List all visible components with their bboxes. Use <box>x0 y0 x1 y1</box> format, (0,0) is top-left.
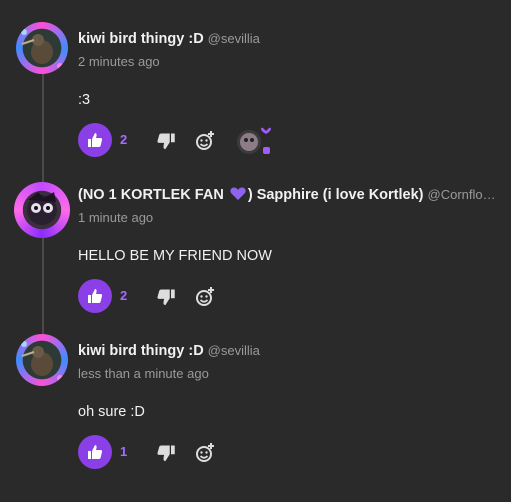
author-handle[interactable]: @sevillia <box>208 31 260 46</box>
comment-header: kiwi bird thingy :D @sevillia <box>78 342 260 360</box>
comment-text: HELLO BE MY FRIEND NOW <box>78 248 272 264</box>
purple-heart-icon <box>230 187 246 205</box>
author-handle[interactable]: @sevillia <box>208 343 260 358</box>
timestamp[interactable]: less than a minute ago <box>78 366 209 381</box>
like-button[interactable] <box>78 435 112 469</box>
add-reaction-icon <box>196 287 214 306</box>
add-reaction-button[interactable] <box>194 286 216 308</box>
thumbs-up-icon <box>88 289 103 303</box>
add-reaction-icon <box>196 131 214 150</box>
reaction-chip[interactable] <box>233 125 275 157</box>
timestamp[interactable]: 2 minutes ago <box>78 54 160 69</box>
like-button[interactable] <box>78 123 112 157</box>
like-count: 1 <box>120 444 128 459</box>
thumbs-down-icon <box>157 133 175 150</box>
comment-actions: 2 <box>78 123 378 159</box>
dislike-button[interactable] <box>156 131 176 151</box>
comment-header: kiwi bird thingy :D @sevillia <box>78 30 260 48</box>
author-handle[interactable]: @Cornflo… <box>428 187 496 202</box>
add-reaction-icon <box>196 443 214 462</box>
avatar[interactable] <box>16 22 68 74</box>
dislike-button[interactable] <box>156 287 176 307</box>
like-button[interactable] <box>78 279 112 313</box>
custom-emoji-icon <box>237 127 271 154</box>
avatar[interactable] <box>16 334 68 386</box>
thumbs-up-icon <box>88 445 103 459</box>
thumbs-down-icon <box>157 289 175 306</box>
author-name[interactable]: kiwi bird thingy :D <box>78 31 204 47</box>
like-count: 2 <box>120 288 128 303</box>
like-count: 2 <box>120 132 128 147</box>
comment-text: :3 <box>78 92 91 108</box>
dislike-button[interactable] <box>156 443 176 463</box>
comment-actions: 2 <box>78 279 378 315</box>
author-name[interactable]: kiwi bird thingy :D <box>78 343 204 359</box>
add-reaction-button[interactable] <box>194 130 216 152</box>
thumbs-up-icon <box>88 133 103 147</box>
timestamp[interactable]: 1 minute ago <box>78 210 153 225</box>
comment-text: oh sure :D <box>78 404 145 420</box>
avatar[interactable] <box>14 182 70 238</box>
add-reaction-button[interactable] <box>194 442 216 464</box>
author-name[interactable]: (NO 1 KORTLEK FAN ) Sapphire (i love Kor… <box>78 187 424 203</box>
comment-header: (NO 1 KORTLEK FAN ) Sapphire (i love Kor… <box>78 186 496 205</box>
comment-actions: 1 <box>78 435 378 471</box>
thumbs-down-icon <box>157 445 175 462</box>
